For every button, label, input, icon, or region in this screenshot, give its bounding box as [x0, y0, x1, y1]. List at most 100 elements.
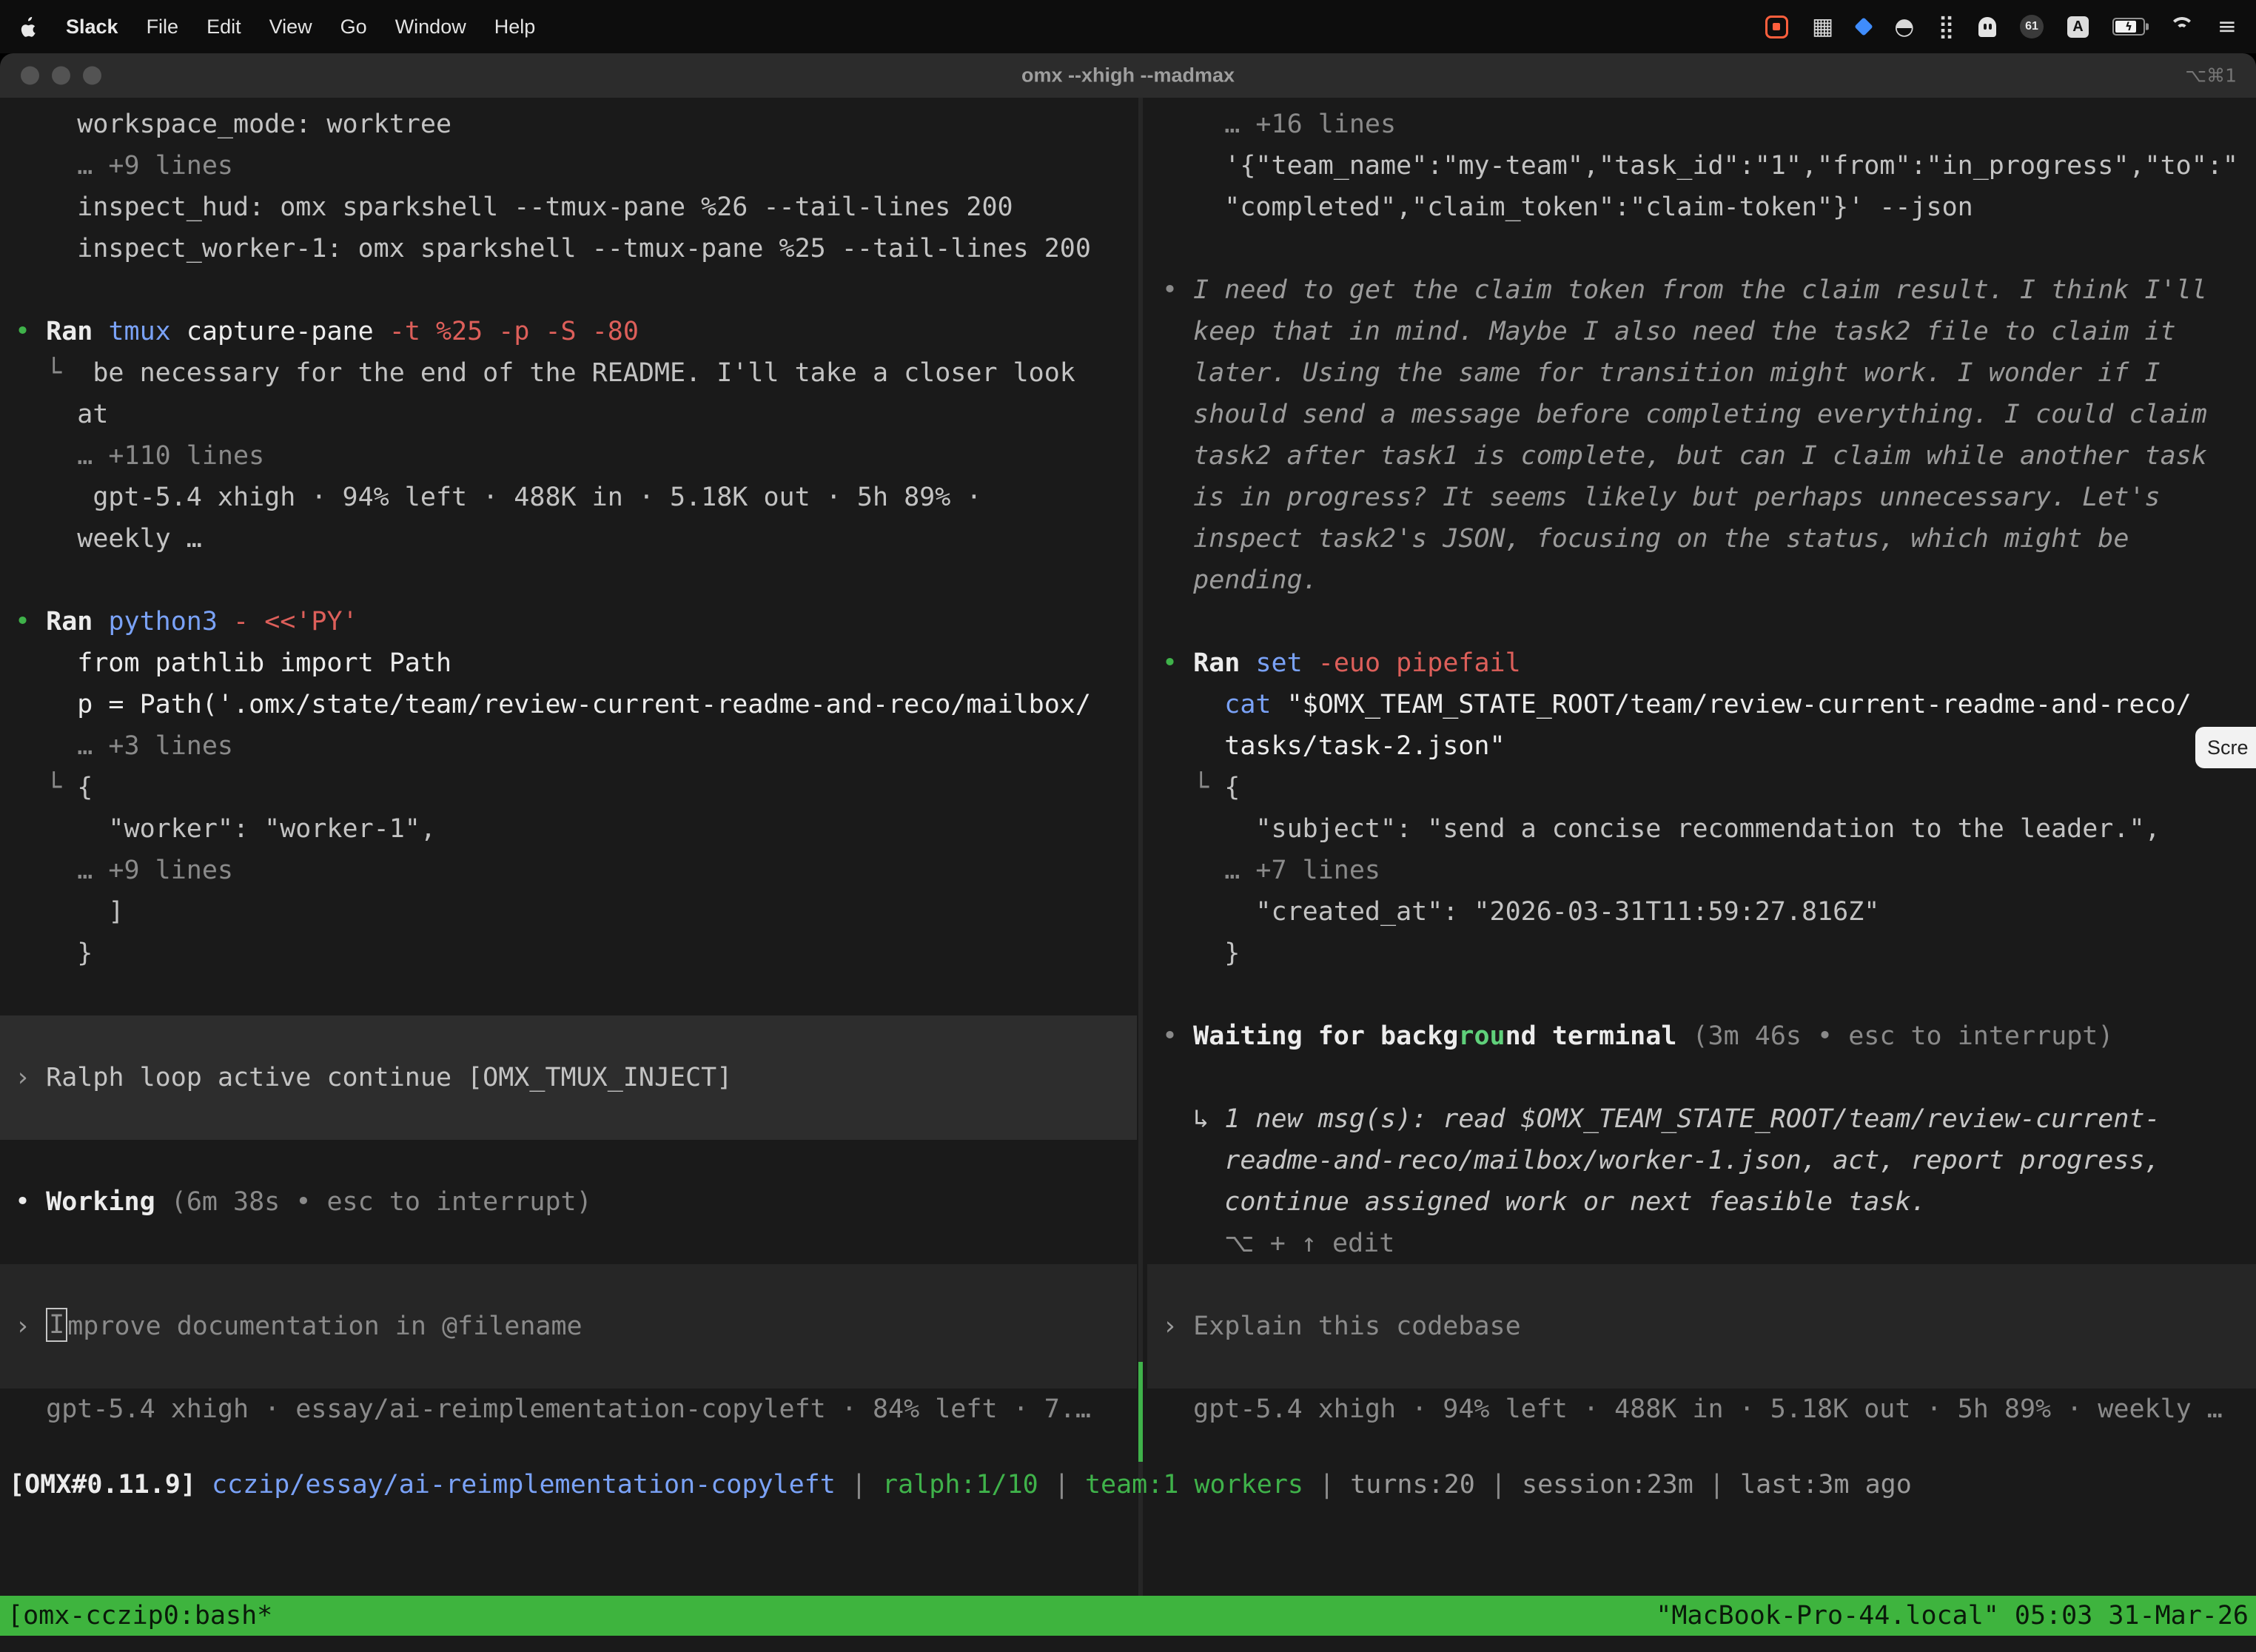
terminal-text: › [15, 1312, 46, 1341]
terminal-text: gpt-5.4 xhigh · 94% left · 488K in · 5.1… [15, 483, 981, 512]
menu-bar-tray: ▦ ◓ ⣿ 61 Aϟ ≡ [1765, 15, 2237, 38]
terminal-text: -t %25 -p -S -80 [389, 317, 639, 346]
menu-file[interactable]: File [147, 16, 179, 38]
ghost-app-icon[interactable] [1978, 17, 1996, 37]
terminal-text: session:23m [1522, 1470, 1693, 1500]
terminal-line: readme-and-reco/mailbox/worker-1.json, a… [1147, 1140, 2256, 1181]
terminal-text: | [1693, 1470, 1740, 1500]
terminal-line [0, 1347, 1137, 1389]
menu-edit[interactable]: Edit [207, 16, 241, 38]
screen-tooltip-text: Scre [2207, 736, 2249, 759]
terminal-line [0, 1015, 1137, 1057]
terminal-text: └ [15, 358, 93, 388]
terminal-text: should send a message before completing … [1162, 400, 2207, 429]
terminal-line: › Ralph loop active continue [OMX_TMUX_I… [0, 1057, 1137, 1098]
menu-window[interactable]: Window [395, 16, 466, 38]
pane-divider[interactable] [1138, 98, 1143, 1596]
terminal-line: at [0, 394, 1137, 435]
app-menu[interactable]: Slack [66, 16, 118, 38]
terminal-text [218, 607, 233, 637]
terminal-text: Ran [1193, 648, 1255, 678]
menu-list-icon[interactable]: ≡ [2218, 16, 2237, 38]
input-source-icon[interactable]: A [2067, 16, 2089, 38]
terminal-text: '{"team_name":"my-team","task_id":"1","f… [1162, 151, 2238, 181]
terminal-text: | [1303, 1470, 1350, 1500]
terminal-text: python3 [108, 607, 218, 637]
terminal-line: ⌥ + ↑ edit [1147, 1223, 2256, 1264]
right-terminal-pane[interactable]: … +16 lines '{"team_name":"my-team","tas… [1147, 104, 2256, 1430]
dark-app-icon[interactable]: ◓ [1894, 16, 1914, 38]
terminal-text: ralph:1/10 [882, 1470, 1038, 1500]
terminal-line: } [0, 933, 1137, 974]
terminal-text: ↳ 1 new msg(s): read $OMX_TEAM_STATE_ROO… [1162, 1104, 2161, 1134]
wifi-icon[interactable] [2169, 17, 2194, 37]
terminal-text: • [15, 607, 46, 637]
terminal-line: gpt-5.4 xhigh · essay/ai-reimplementatio… [0, 1389, 1137, 1430]
terminal-text: inspect_worker-1: omx sparkshell --tmux-… [15, 234, 1091, 263]
terminal-text: … +9 lines [15, 151, 233, 181]
terminal-text: ⌥ [1224, 1229, 1254, 1258]
terminal-text: • [1162, 648, 1193, 678]
apple-icon[interactable] [19, 16, 38, 38]
terminal-line: └ { [0, 767, 1137, 808]
terminal-text [1162, 1229, 1224, 1258]
terminal-text: gpt-5.4 xhigh · 94% left · 488K in · 5.1… [1162, 1394, 2223, 1424]
terminal-text: inspect_hud: omx sparkshell --tmux-pane … [15, 192, 1013, 222]
menu-help[interactable]: Help [494, 16, 536, 38]
terminal-line: p = Path('.omx/state/team/review-current… [0, 684, 1137, 725]
zoom-button[interactable] [83, 67, 101, 85]
terminal-line: inspect_worker-1: omx sparkshell --tmux-… [0, 228, 1137, 269]
terminal-text: Ran [46, 317, 108, 346]
terminal-line: "created_at": "2026-03-31T11:59:27.816Z" [1147, 891, 2256, 933]
terminal-line: later. Using the same for transition mig… [1147, 352, 2256, 394]
terminal-line: "completed","claim_token":"claim-token"}… [1147, 187, 2256, 228]
terminal-text: • [1162, 275, 1193, 305]
tmux-session-label: [omx-cczip0:bash* [7, 1596, 272, 1636]
terminal-line: └ be necessary for the end of the README… [0, 352, 1137, 394]
menu-view[interactable]: View [269, 16, 312, 38]
terminal-text: cat [1162, 690, 1272, 719]
terminal-text: { [77, 773, 93, 802]
terminal-text: be necessary for the end of the README. … [93, 358, 1075, 388]
terminal-text: • [15, 317, 46, 346]
terminal-text: … +9 lines [15, 856, 233, 885]
screen-recording-icon[interactable] [1765, 16, 1788, 38]
terminal-text: last:3m ago [1740, 1470, 1912, 1500]
dots-grid-app-icon[interactable]: ⣿ [1938, 16, 1955, 38]
terminal-text: { [1224, 773, 1240, 802]
terminal-line: • I need to get the claim token from the… [1147, 269, 2256, 311]
window-title-bar: omx --xhigh --madmax ⌥⌘1 [0, 53, 2256, 98]
terminal-text: rou [1458, 1021, 1505, 1051]
terminal-line: is in progress? It seems likely but perh… [1147, 477, 2256, 518]
grid-app-icon[interactable]: ▦ [1812, 16, 1833, 38]
terminal-line [0, 1223, 1137, 1264]
terminal-line [1147, 1057, 2256, 1098]
terminal-line [1147, 974, 2256, 1015]
minimize-button[interactable] [52, 67, 70, 85]
terminal-text: task2 after task1 is complete, but can I… [1162, 441, 2207, 471]
battery-icon[interactable]: ϟ [2112, 18, 2145, 36]
terminal-text: … +110 lines [15, 441, 264, 471]
terminal-line: gpt-5.4 xhigh · 94% left · 488K in · 5.1… [1147, 1389, 2256, 1430]
terminal-text: inspect task2's JSON, focusing on the st… [1162, 524, 2129, 554]
terminal-text: › [1162, 1312, 1193, 1341]
terminal-line: from pathlib import Path [0, 642, 1137, 684]
notification-badge-icon[interactable]: 61 [2020, 15, 2044, 38]
terminal-line: … +7 lines [1147, 850, 2256, 891]
close-button[interactable] [21, 67, 39, 85]
terminal-text: p = Path('.omx/state/team/review-current… [15, 690, 1091, 719]
terminal-text: turns:20 [1350, 1470, 1475, 1500]
terminal-text: readme-and-reco/mailbox/worker-1.json, a… [1162, 1146, 2161, 1175]
terminal-line [1147, 1264, 2256, 1306]
terminal-text: at [15, 400, 108, 429]
left-terminal-pane[interactable]: workspace_mode: worktree … +9 lines insp… [0, 104, 1137, 1430]
terminal-line: … +16 lines [1147, 104, 2256, 145]
blue-app-icon[interactable] [1855, 17, 1873, 36]
terminal-line: inspect_hud: omx sparkshell --tmux-pane … [0, 187, 1137, 228]
menu-go[interactable]: Go [340, 16, 367, 38]
terminal-text: weekly … [15, 524, 202, 554]
terminal-line [0, 560, 1137, 601]
terminal-text: + ↑ edit [1255, 1229, 1395, 1258]
terminal-line: • Ran tmux capture-pane -t %25 -p -S -80 [0, 311, 1137, 352]
terminal: workspace_mode: worktree … +9 lines insp… [0, 98, 2256, 1652]
